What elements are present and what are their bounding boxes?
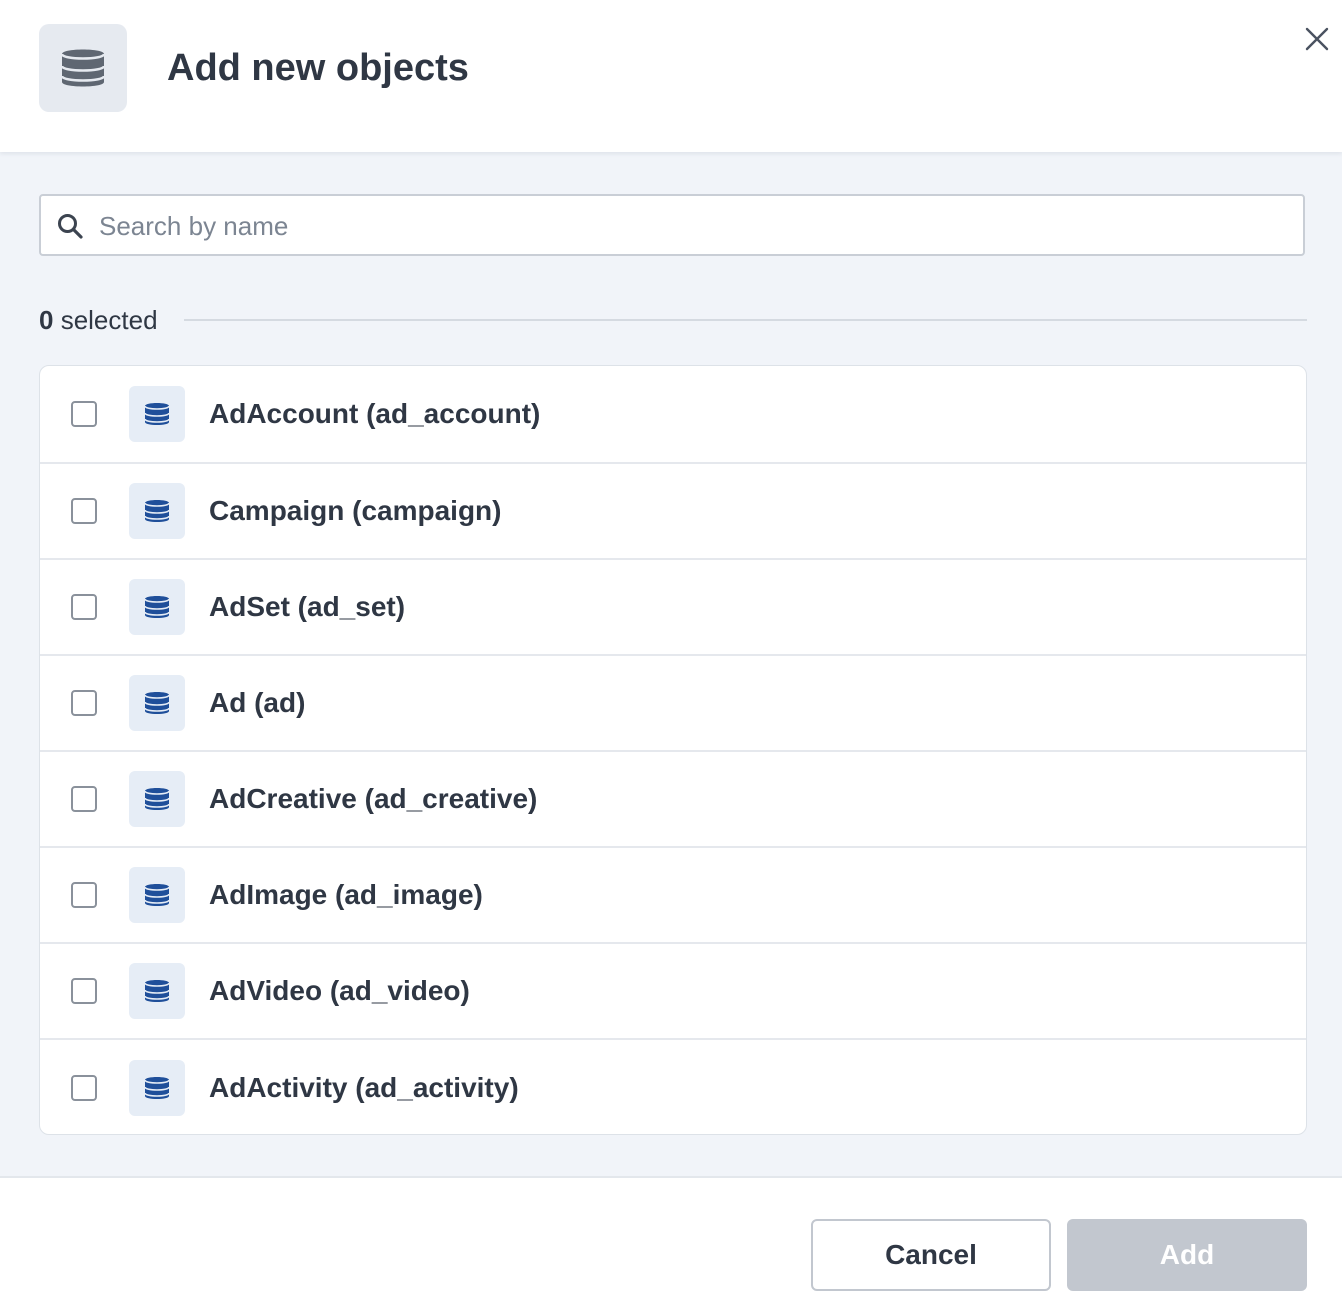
item-checkbox[interactable]	[71, 786, 97, 812]
item-checkbox[interactable]	[71, 594, 97, 620]
item-label: Campaign (campaign)	[209, 495, 502, 526]
item-icon-box	[129, 675, 185, 731]
selected-count-text: 0 selected	[39, 305, 158, 336]
item-icon-box	[129, 386, 185, 442]
item-label: AdAccount (ad_account)	[209, 398, 541, 429]
search-field[interactable]	[39, 194, 1305, 256]
item-label: AdVideo (ad_video)	[209, 975, 470, 1006]
add-button[interactable]: Add	[1067, 1219, 1307, 1291]
close-button[interactable]	[1300, 22, 1334, 56]
item-checkbox[interactable]	[71, 882, 97, 908]
object-list: AdAccount (ad_account) Campaign (campaign…	[39, 365, 1307, 1135]
item-label: Ad (ad)	[209, 687, 306, 718]
database-icon	[144, 980, 170, 1002]
item-icon-box	[129, 867, 185, 923]
list-item[interactable]: AdActivity (ad_activity)	[40, 1040, 1306, 1134]
header-icon-box	[39, 24, 127, 112]
item-checkbox[interactable]	[71, 401, 97, 427]
list-item[interactable]: AdVideo (ad_video)	[40, 944, 1306, 1040]
database-icon	[144, 596, 170, 618]
list-item[interactable]: AdCreative (ad_creative)	[40, 752, 1306, 848]
database-icon	[144, 1077, 170, 1099]
list-item[interactable]: AdSet (ad_set)	[40, 560, 1306, 656]
database-icon	[60, 49, 106, 87]
item-icon-box	[129, 963, 185, 1019]
close-icon	[1305, 27, 1329, 51]
item-checkbox[interactable]	[71, 690, 97, 716]
item-icon-box	[129, 1060, 185, 1116]
item-label: AdSet (ad_set)	[209, 591, 406, 622]
database-icon	[144, 692, 170, 714]
selection-summary: 0 selected	[39, 300, 1307, 340]
item-icon-box	[129, 579, 185, 635]
item-checkbox[interactable]	[71, 498, 97, 524]
list-item[interactable]: AdImage (ad_image)	[40, 848, 1306, 944]
database-icon	[144, 500, 170, 522]
search-icon	[58, 214, 83, 239]
list-item[interactable]: Campaign (campaign)	[40, 464, 1306, 560]
list-item[interactable]: AdAccount (ad_account)	[40, 366, 1306, 464]
search-input[interactable]	[97, 196, 1291, 256]
database-icon	[144, 884, 170, 906]
dialog-title: Add new objects	[167, 47, 469, 89]
cancel-button[interactable]: Cancel	[811, 1219, 1051, 1291]
database-icon	[144, 788, 170, 810]
item-checkbox[interactable]	[71, 978, 97, 1004]
dialog-header: Add new objects	[0, 0, 1342, 152]
dialog-footer: Cancel Add	[0, 1176, 1342, 1316]
item-checkbox[interactable]	[71, 1075, 97, 1101]
add-objects-dialog: Add new objects 0 selected AdAccount (ad…	[0, 0, 1342, 1316]
item-icon-box	[129, 771, 185, 827]
selected-count: 0	[39, 304, 54, 335]
item-label: AdCreative (ad_creative)	[209, 783, 538, 814]
database-icon	[144, 403, 170, 425]
divider	[183, 319, 1307, 321]
item-label: AdActivity (ad_activity)	[209, 1072, 519, 1103]
selected-suffix: selected	[53, 304, 158, 335]
item-label: AdImage (ad_image)	[209, 879, 483, 910]
list-item[interactable]: Ad (ad)	[40, 656, 1306, 752]
item-icon-box	[129, 483, 185, 539]
